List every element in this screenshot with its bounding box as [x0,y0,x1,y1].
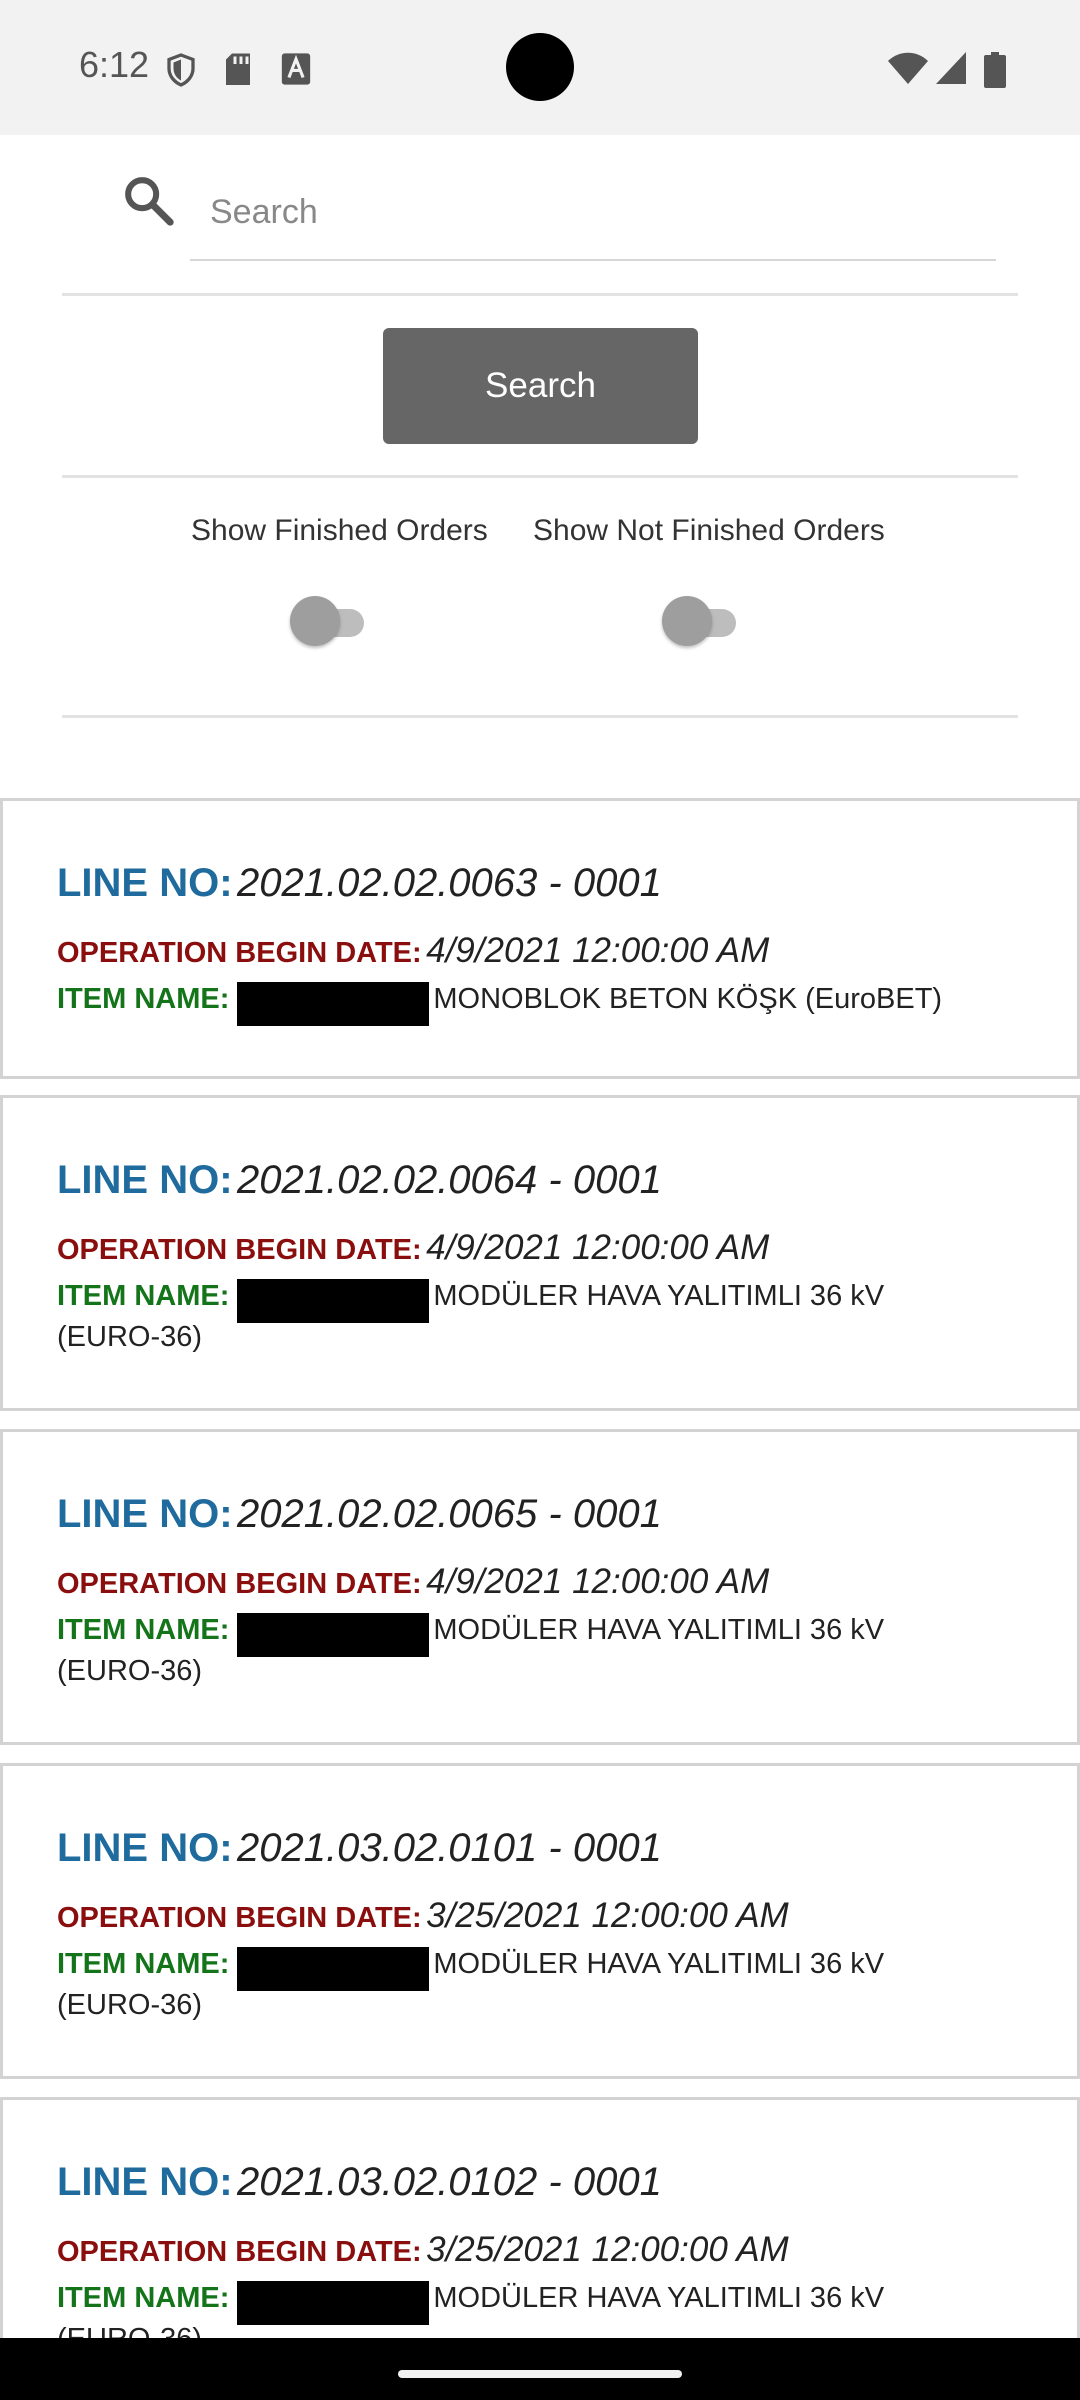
line-no-label: LINE NO: [57,2160,233,2204]
item-name-value: MODÜLER HAVA YALITIMLI 36 kV [433,1614,885,1647]
switch-thumb [290,596,340,646]
operation-date-label: OPERATION BEGIN DATE: [57,1902,422,1934]
item-name-label: ITEM NAME: [57,1280,230,1313]
line-no-label: LINE NO: [57,1826,233,1870]
item-name-continuation: (EURO-36) [57,1321,203,1353]
wifi-icon [888,52,928,84]
cell-signal-icon [936,52,966,84]
operation-date-value: 4/9/2021 12:00:00 AM [426,1562,770,1601]
item-name-row: ITEM NAME: MONOBLOK BETON KÖŞK (EuroBET) [57,982,942,1026]
line-no-value: 2021.03.02.0102 - 0001 [237,2160,662,2204]
line-no-row: LINE NO: 2021.02.02.0063 - 0001 [57,861,662,906]
order-card[interactable]: LINE NO: 2021.02.02.0064 - 0001 OPERATIO… [0,1095,1080,1411]
operation-date-label: OPERATION BEGIN DATE: [57,937,422,969]
status-time: 6:12 [79,44,150,85]
operation-date-row: OPERATION BEGIN DATE: 4/9/2021 12:00:00 … [57,1562,769,1602]
screen: 6:12 Search Search Show Finished Orders … [0,0,1080,2400]
divider [62,293,1018,296]
operation-date-row: OPERATION BEGIN DATE: 4/9/2021 12:00:00 … [57,931,769,971]
redaction-bar [237,1279,430,1323]
divider [62,475,1018,478]
home-gesture-handle[interactable] [398,2370,682,2378]
item-name-label: ITEM NAME: [57,1948,230,1981]
search-input[interactable] [190,165,996,261]
keyboard-a-icon [281,53,311,85]
item-name-row: ITEM NAME: MODÜLER HAVA YALITIMLI 36 kV [57,1613,884,1657]
line-no-row: LINE NO: 2021.03.02.0102 - 0001 [57,2160,662,2205]
line-no-label: LINE NO: [57,1158,233,1202]
order-card[interactable]: LINE NO: 2021.03.02.0101 - 0001 OPERATIO… [0,1763,1080,2079]
item-name-label: ITEM NAME: [57,1614,230,1647]
shield-icon [167,53,195,87]
item-name-value: MODÜLER HAVA YALITIMLI 36 kV [433,1948,885,1981]
operation-date-label: OPERATION BEGIN DATE: [57,1568,422,1600]
line-no-row: LINE NO: 2021.03.02.0101 - 0001 [57,1826,662,1871]
search-button[interactable]: Search [383,328,698,444]
order-card[interactable]: LINE NO: 2021.02.02.0063 - 0001 OPERATIO… [0,798,1080,1079]
operation-date-row: OPERATION BEGIN DATE: 3/25/2021 12:00:00… [57,1896,789,1936]
item-name-value: MODÜLER HAVA YALITIMLI 36 kV [433,2282,885,2315]
redaction-bar [237,2281,430,2325]
operation-date-value: 4/9/2021 12:00:00 AM [426,1228,770,1267]
line-no-label: LINE NO: [57,861,233,905]
operation-date-row: OPERATION BEGIN DATE: 3/25/2021 12:00:00… [57,2230,789,2270]
camera-cutout [506,33,574,101]
operation-date-label: OPERATION BEGIN DATE: [57,2236,422,2268]
operation-date-value: 3/25/2021 12:00:00 AM [426,1896,789,1935]
navigation-bar [0,2338,1080,2400]
item-name-label: ITEM NAME: [57,2282,230,2315]
show-finished-orders-label: Show Finished Orders [191,514,488,547]
operation-date-label: OPERATION BEGIN DATE: [57,1234,422,1266]
redaction-bar [237,982,430,1026]
item-name-row: ITEM NAME: MODÜLER HAVA YALITIMLI 36 kV [57,2281,884,2325]
operation-date-value: 4/9/2021 12:00:00 AM [426,931,770,970]
redaction-bar [237,1613,430,1657]
item-name-value: MONOBLOK BETON KÖŞK (EuroBET) [433,983,943,1016]
show-not-finished-orders-switch[interactable] [662,596,746,648]
battery-icon [984,52,1006,88]
line-no-row: LINE NO: 2021.02.02.0064 - 0001 [57,1158,662,1203]
item-name-continuation: (EURO-36) [57,1989,203,2021]
show-finished-orders-switch[interactable] [290,596,374,648]
item-name-continuation: (EURO-36) [57,1655,203,1687]
line-no-value: 2021.03.02.0101 - 0001 [237,1826,662,1870]
item-name-label: ITEM NAME: [57,983,230,1016]
item-name-value: MODÜLER HAVA YALITIMLI 36 kV [433,1280,885,1313]
line-no-value: 2021.02.02.0063 - 0001 [237,861,662,905]
divider [62,715,1018,718]
search-icon[interactable] [120,172,176,228]
line-no-row: LINE NO: 2021.02.02.0065 - 0001 [57,1492,662,1537]
show-not-finished-orders-label: Show Not Finished Orders [533,514,885,547]
sd-card-icon [226,53,250,85]
operation-date-value: 3/25/2021 12:00:00 AM [426,2230,789,2269]
status-bar: 6:12 [0,0,1080,135]
line-no-value: 2021.02.02.0065 - 0001 [237,1492,662,1536]
item-name-row: ITEM NAME: MODÜLER HAVA YALITIMLI 36 kV [57,1279,884,1323]
line-no-value: 2021.02.02.0064 - 0001 [237,1158,662,1202]
order-card[interactable]: LINE NO: 2021.02.02.0065 - 0001 OPERATIO… [0,1429,1080,1745]
redaction-bar [237,1947,430,1991]
item-name-row: ITEM NAME: MODÜLER HAVA YALITIMLI 36 kV [57,1947,884,1991]
switch-thumb [662,596,712,646]
line-no-label: LINE NO: [57,1492,233,1536]
operation-date-row: OPERATION BEGIN DATE: 4/9/2021 12:00:00 … [57,1228,769,1268]
